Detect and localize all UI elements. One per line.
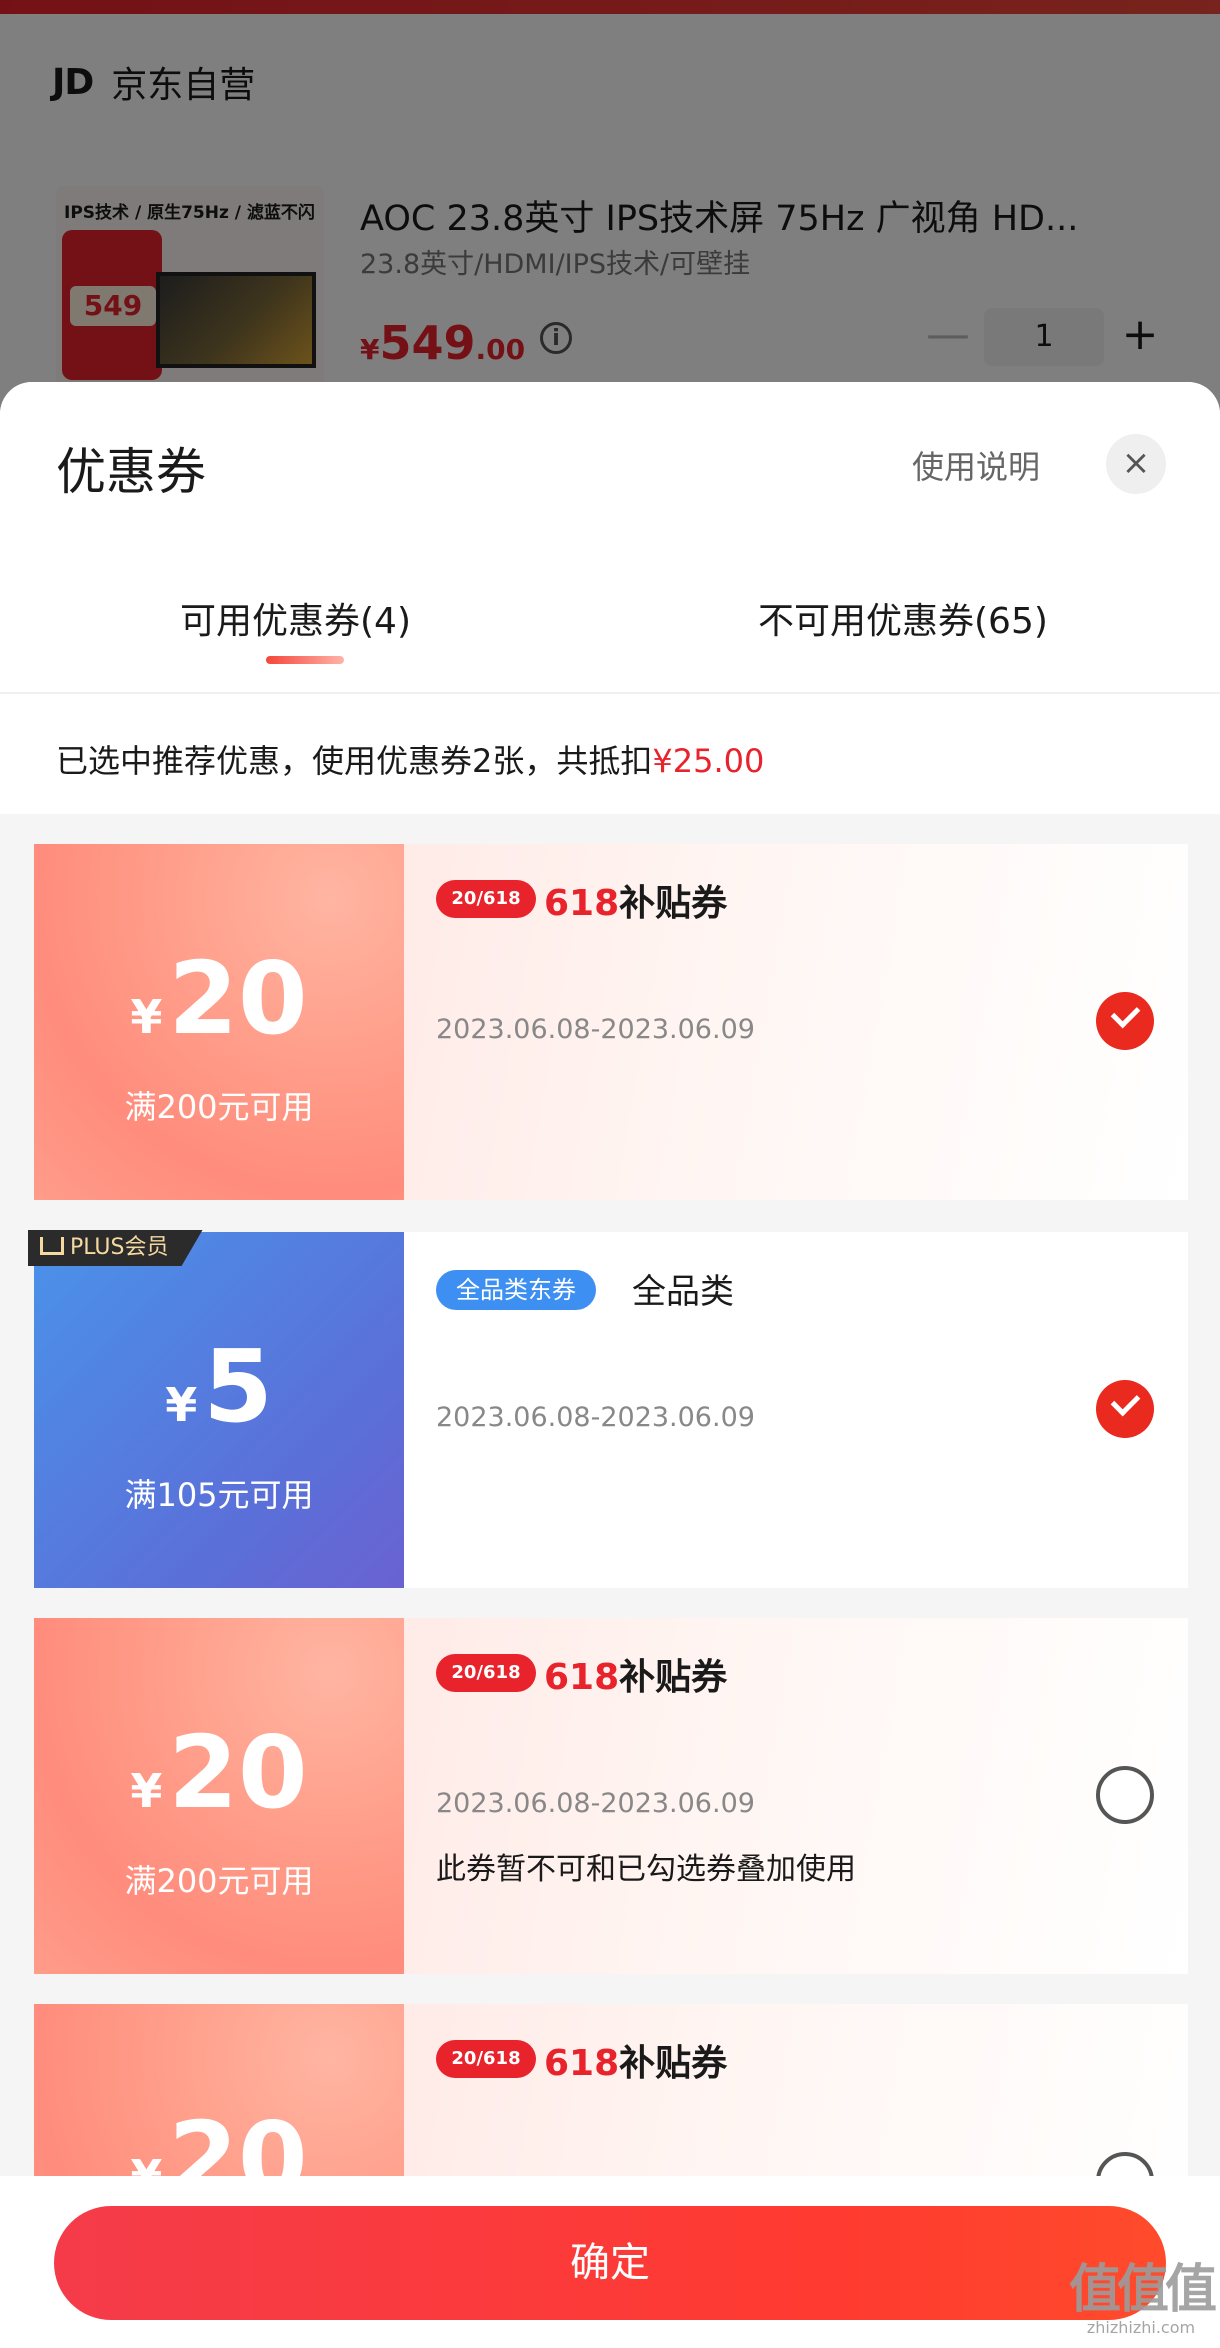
- coupon-type-highlight: 618: [544, 1657, 620, 1698]
- confirm-button[interactable]: 确定: [54, 2206, 1166, 2320]
- coupon-618-badge: 20/618: [436, 1654, 536, 1692]
- coupon-value: 20: [168, 940, 308, 1057]
- coupon-type-highlight: 618: [544, 883, 620, 924]
- plus-member-badge: PLUS会员: [28, 1230, 203, 1266]
- coupon-value-panel: ¥20 满200元可用: [27, 1618, 404, 1974]
- cart-background: JD 京东自营 IPS技术 / 原生75Hz / 滤蓝不闪 549 AOC 23…: [0, 0, 1220, 420]
- modal-backdrop[interactable]: [0, 0, 1220, 420]
- coupon-value-panel: ¥20 满200元可用: [27, 844, 404, 1200]
- sheet-footer: 确定: [0, 2176, 1220, 2348]
- watermark-logo: 值值值: [1068, 2260, 1217, 2320]
- coupon-618-badge: 20/618: [436, 2040, 536, 2078]
- coupon-type-text: 补贴券: [619, 1657, 728, 1698]
- summary-label: 已选中推荐优惠，使用优惠券2张，共抵扣: [56, 742, 653, 780]
- coupon-condition: 满200元可用: [124, 1862, 314, 1900]
- coupon-type-label: 618补贴券: [544, 1648, 727, 1700]
- coupon-category-badge: 全品类东券: [436, 1270, 596, 1310]
- coupon-618-badge: 20/618: [436, 880, 536, 918]
- coupon-type-label: 618补贴券: [544, 2034, 727, 2086]
- plus-member-label: PLUS会员: [70, 1235, 169, 1260]
- crown-icon: [40, 1237, 64, 1255]
- active-tab-indicator: [266, 656, 344, 664]
- coupon-validity-date: 2023.06.08-2023.06.09: [436, 1014, 755, 1045]
- coupon-amount: ¥20: [34, 1714, 404, 1831]
- coupon-amount: ¥20: [34, 940, 404, 1057]
- tab-available-coupons[interactable]: 可用优惠券(4): [180, 592, 411, 644]
- coupon-type-highlight: 618: [544, 2043, 620, 2084]
- unchecked-checkbox-icon[interactable]: [1096, 1766, 1154, 1824]
- coupon-condition: 满200元可用: [124, 1088, 314, 1126]
- sheet-header: 优惠券 使用说明 × 可用优惠券(4) 不可用优惠券(65): [0, 382, 1220, 692]
- summary-text: 已选中推荐优惠，使用优惠券2张，共抵扣¥25.00: [56, 736, 764, 782]
- coupon-currency: ¥: [130, 1764, 163, 1818]
- coupon-validity-date: 2023.06.08-2023.06.09: [436, 1402, 755, 1433]
- coupon-type-label: 全品类: [632, 1272, 734, 1312]
- coupon-type-text: 补贴券: [619, 2043, 728, 2084]
- coupon-sheet: 优惠券 使用说明 × 可用优惠券(4) 不可用优惠券(65) 已选中推荐优惠，使…: [0, 382, 1220, 2348]
- coupon-validity-date: 2023.06.08-2023.06.09: [436, 1788, 755, 1819]
- coupon-value: 20: [168, 1714, 308, 1831]
- coupon-condition: 满105元可用: [124, 1476, 314, 1514]
- coupon-card[interactable]: ¥20 满200元可用 20/618 618补贴券 2023.06.08-202…: [27, 844, 1188, 1200]
- checked-checkbox-icon[interactable]: [1096, 1380, 1154, 1438]
- site-watermark: 值值值 zhizhizhi.com: [1066, 2260, 1217, 2337]
- close-icon[interactable]: ×: [1106, 434, 1166, 494]
- watermark-url: zhizhizhi.com: [1086, 2318, 1196, 2337]
- tab-unavailable-coupons[interactable]: 不可用优惠券(65): [758, 592, 1048, 644]
- coupon-amount: ¥5: [34, 1328, 404, 1445]
- sheet-title: 优惠券: [56, 443, 206, 501]
- selection-summary: 已选中推荐优惠，使用优惠券2张，共抵扣¥25.00: [0, 692, 1220, 814]
- usage-instructions-link[interactable]: 使用说明: [912, 442, 1040, 488]
- coupon-value-panel: ¥5 满105元可用: [27, 1232, 404, 1588]
- coupon-currency: ¥: [130, 990, 163, 1044]
- coupon-value: 5: [203, 1328, 273, 1445]
- coupon-type-label: 618补贴券: [544, 874, 727, 926]
- coupon-conflict-note: 此券暂不可和已勾选券叠加使用: [436, 1852, 856, 1887]
- coupon-card[interactable]: ¥5 满105元可用 PLUS会员 全品类东券 全品类 2023.06.08-2…: [27, 1230, 1188, 1588]
- coupon-type-text: 补贴券: [619, 883, 728, 924]
- checked-checkbox-icon[interactable]: [1096, 992, 1154, 1050]
- coupon-currency: ¥: [165, 1378, 198, 1432]
- summary-amount: ¥25.00: [652, 742, 765, 780]
- coupon-card[interactable]: ¥20 满200元可用 20/618 618补贴券 2023.06.08-202…: [27, 1618, 1188, 1974]
